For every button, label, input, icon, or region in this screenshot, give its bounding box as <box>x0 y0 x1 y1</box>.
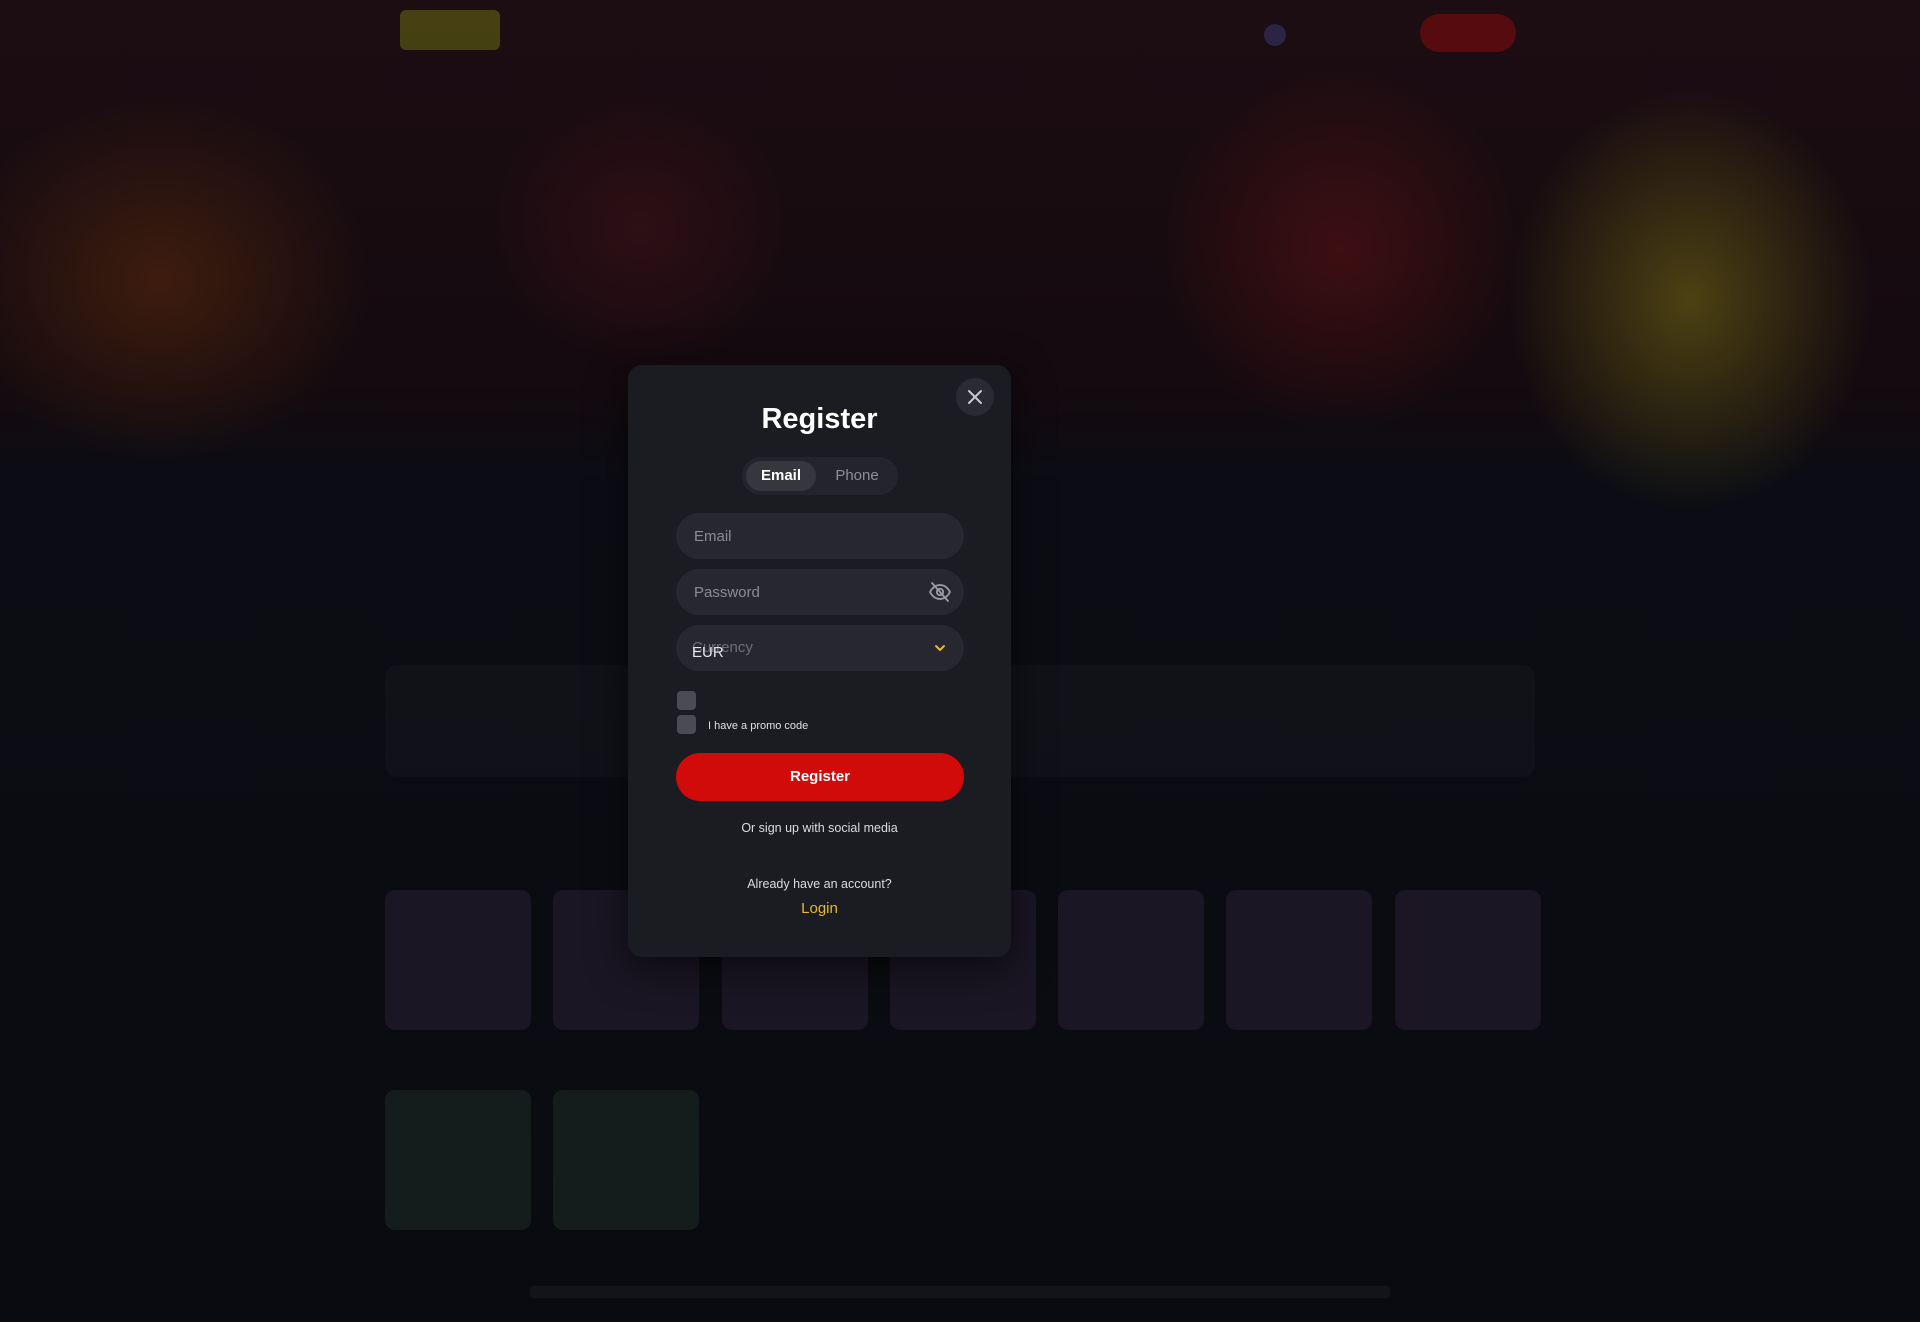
terms-checkbox[interactable] <box>677 691 696 710</box>
background-language-flag <box>1264 24 1286 46</box>
register-method-tabs: Email Phone <box>742 457 898 495</box>
tab-phone[interactable]: Phone <box>820 461 894 491</box>
background-game-card <box>385 1090 531 1230</box>
social-signup-text: Or sign up with social media <box>741 821 898 835</box>
promo-code-label: I have a promo code <box>708 720 809 732</box>
background-header <box>0 0 1920 70</box>
tab-email[interactable]: Email <box>746 461 816 491</box>
background-game-card <box>1058 890 1204 1030</box>
background-game-card <box>1395 890 1541 1030</box>
chevron-down-icon <box>935 645 945 651</box>
background-game-card <box>1226 890 1372 1030</box>
register-modal: Register Email Phone Currency EUR I have… <box>628 365 1011 957</box>
currency-select[interactable]: Currency EUR <box>676 625 964 671</box>
background-signup-button <box>1420 14 1516 52</box>
email-field-wrapper <box>676 513 964 559</box>
register-button[interactable]: Register <box>676 753 964 801</box>
eye-off-icon[interactable] <box>928 580 952 604</box>
email-field[interactable] <box>676 513 916 559</box>
background-game-card <box>385 890 531 1030</box>
background-game-card <box>553 1090 699 1230</box>
background-footer <box>530 1286 1390 1298</box>
promo-code-checkbox[interactable] <box>677 715 696 734</box>
password-field-wrapper <box>676 569 964 615</box>
background-logo <box>400 10 500 50</box>
modal-title: Register <box>761 403 878 435</box>
login-link[interactable]: Login <box>628 900 1011 917</box>
have-account-text: Already have an account? <box>747 877 892 891</box>
currency-value: EUR <box>692 644 724 661</box>
password-field[interactable] <box>676 569 916 615</box>
